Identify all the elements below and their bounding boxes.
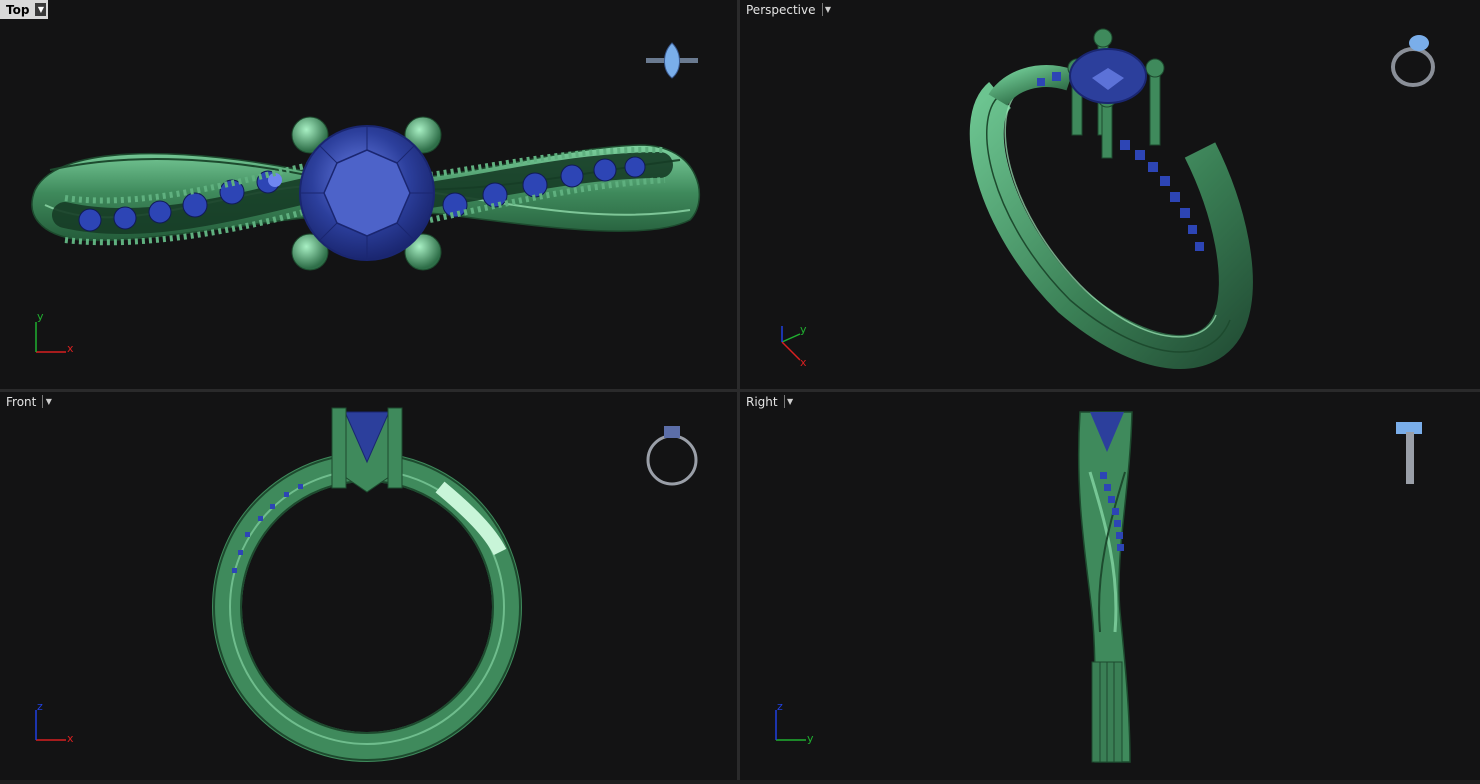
ring-model-front[interactable]: [0, 392, 737, 780]
axis-x-label: x: [800, 356, 807, 369]
axis-x-label: x: [67, 342, 74, 355]
viewport-tabs-bar: [0, 780, 1480, 784]
ring-preview-thumbnail[interactable]: [1385, 25, 1445, 95]
ring-model-perspective[interactable]: [740, 0, 1480, 389]
viewport-right[interactable]: Right ▼ y z: [740, 392, 1480, 780]
ring-preview-thumbnail[interactable]: [640, 420, 704, 490]
axis-z-label: z: [777, 700, 783, 713]
axis-indicator: [775, 710, 806, 741]
viewport-splitter-vertical[interactable]: [737, 0, 740, 784]
axis-indicator: [35, 322, 66, 353]
viewport-top[interactable]: Top ▼ x y: [0, 0, 737, 389]
viewport-splitter-horizontal[interactable]: [0, 389, 1480, 392]
axis-y-label: y: [37, 310, 44, 323]
axis-y-label: y: [800, 323, 807, 336]
axis-indicator: [35, 710, 66, 741]
axis-z-label: z: [37, 700, 43, 713]
viewport-perspective[interactable]: Perspective ▼ y x: [740, 0, 1480, 389]
ring-preview-thumbnail[interactable]: [640, 38, 704, 86]
ring-model-top[interactable]: [0, 0, 737, 389]
axis-y-label: y: [807, 732, 814, 745]
ring-preview-thumbnail[interactable]: [1388, 418, 1432, 488]
axis-x-label: x: [67, 732, 74, 745]
viewport-front[interactable]: Front ▼ x z: [0, 392, 737, 780]
ring-model-right[interactable]: [740, 392, 1480, 780]
